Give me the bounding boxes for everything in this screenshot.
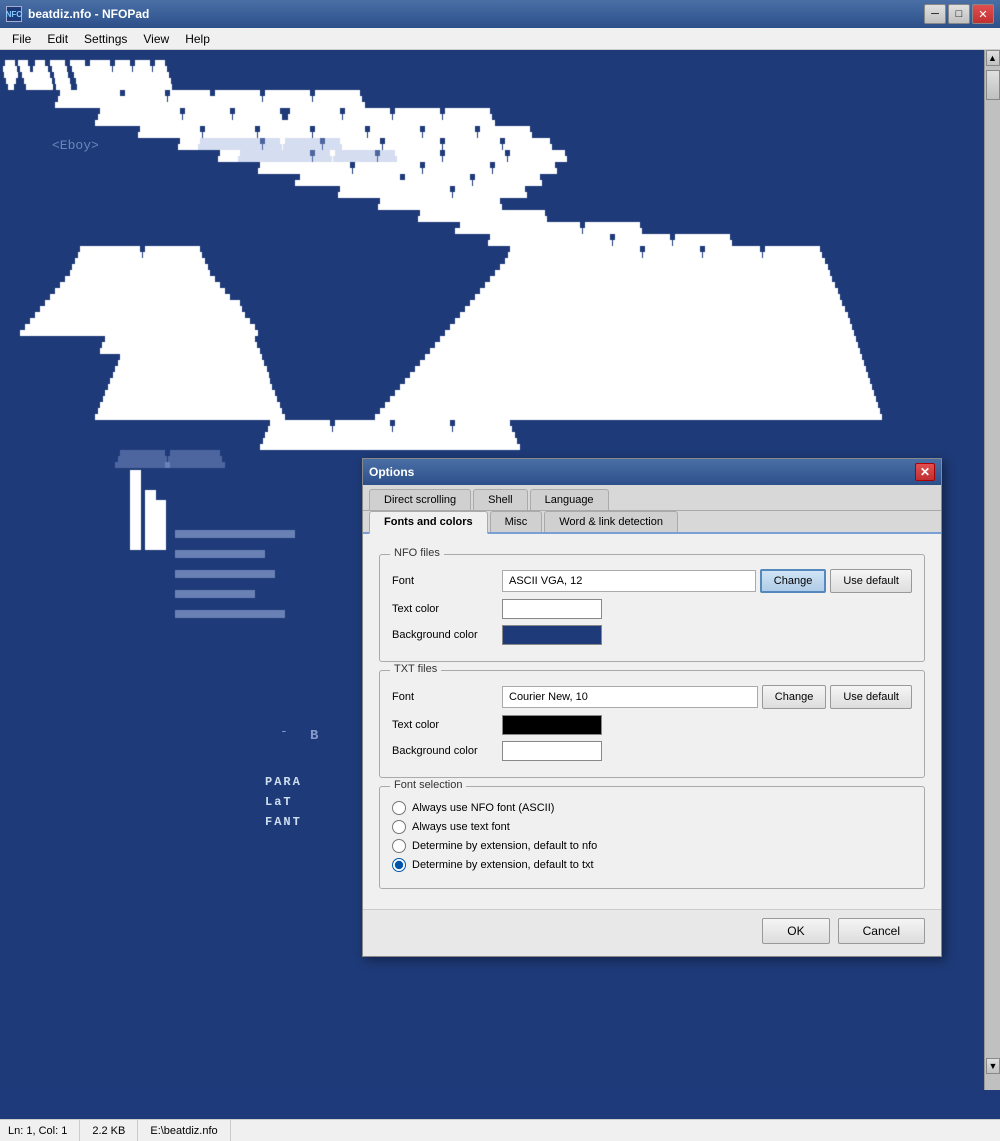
scrollbar[interactable]: ▲ ▼: [984, 50, 1000, 1090]
txt-bg-color-swatch[interactable]: [502, 741, 602, 761]
txt-bg-color-row: Background color: [392, 741, 912, 761]
txt-font-row: Font Change Use default: [392, 685, 912, 709]
radio-text-font-label: Always use text font: [412, 821, 510, 833]
maximize-button[interactable]: □: [948, 4, 970, 24]
radio-nfo-font[interactable]: [392, 801, 406, 815]
dialog-close-button[interactable]: ✕: [915, 463, 935, 481]
nfo-viewer[interactable]: <Eboy> - B PARA LaT FANT ▲ ▼ Options ✕ D…: [0, 50, 1000, 1129]
font-selection-group: Font selection Always use NFO font (ASCI…: [379, 786, 925, 889]
radio-row-0: Always use NFO font (ASCII): [392, 801, 912, 815]
txt-group-label: TXT files: [390, 663, 441, 675]
dialog-title-bar: Options ✕: [363, 459, 941, 485]
nfo-text-dash: -: [280, 724, 288, 739]
tabs-top-row: Direct scrolling Shell Language: [363, 485, 941, 511]
dialog-body: NFO files Font Change Use default Text c…: [363, 534, 941, 909]
tab-shell[interactable]: Shell: [473, 489, 527, 510]
nfo-files-group: NFO files Font Change Use default Text c…: [379, 554, 925, 662]
tab-language[interactable]: Language: [530, 489, 609, 510]
dialog-footer: OK Cancel: [363, 909, 941, 956]
menu-settings[interactable]: Settings: [76, 30, 135, 48]
radio-ext-nfo[interactable]: [392, 839, 406, 853]
nfo-text-eboy: <Eboy>: [52, 138, 99, 153]
txt-files-group: TXT files Font Change Use default Text c…: [379, 670, 925, 778]
dialog-title: Options: [369, 465, 915, 479]
nfo-text-color-row: Text color: [392, 599, 912, 619]
tab-word-link[interactable]: Word & link detection: [544, 511, 678, 532]
radio-text-font[interactable]: [392, 820, 406, 834]
radio-ext-txt[interactable]: [392, 858, 406, 872]
nfo-bg-color-swatch[interactable]: [502, 625, 602, 645]
menu-file[interactable]: File: [4, 30, 39, 48]
minimize-button[interactable]: ─: [924, 4, 946, 24]
tab-misc[interactable]: Misc: [490, 511, 543, 532]
nfo-bg-color-label: Background color: [392, 629, 502, 641]
radio-ext-nfo-label: Determine by extension, default to nfo: [412, 840, 597, 852]
nfo-group-label: NFO files: [390, 547, 444, 559]
status-filepath: E:\beatdiz.nfo: [138, 1120, 230, 1141]
txt-font-input[interactable]: [502, 686, 758, 708]
nfo-font-row: Font Change Use default: [392, 569, 912, 593]
radio-row-3: Determine by extension, default to txt: [392, 858, 912, 872]
txt-bg-color-label: Background color: [392, 745, 502, 757]
radio-row-1: Always use text font: [392, 820, 912, 834]
ok-button[interactable]: OK: [762, 918, 829, 944]
status-size: 2.2 KB: [80, 1120, 138, 1141]
options-dialog: Options ✕ Direct scrolling Shell Languag…: [362, 458, 942, 957]
close-button[interactable]: ✕: [972, 4, 994, 24]
nfo-text-color-swatch[interactable]: [502, 599, 602, 619]
title-bar: NFO beatdiz.nfo - NFOPad ─ □ ✕: [0, 0, 1000, 28]
status-position: Ln: 1, Col: 1: [4, 1120, 80, 1141]
nfo-text-color-label: Text color: [392, 603, 502, 615]
tab-direct-scrolling[interactable]: Direct scrolling: [369, 489, 471, 510]
tab-fonts-colors[interactable]: Fonts and colors: [369, 511, 488, 534]
nfo-change-button[interactable]: Change: [760, 569, 827, 593]
menu-view[interactable]: View: [135, 30, 177, 48]
tabs-bottom-row: Fonts and colors Misc Word & link detect…: [363, 511, 941, 534]
nfo-font-label: Font: [392, 575, 502, 587]
txt-text-color-swatch[interactable]: [502, 715, 602, 735]
radio-row-2: Determine by extension, default to nfo: [392, 839, 912, 853]
radio-nfo-font-label: Always use NFO font (ASCII): [412, 802, 554, 814]
nfo-font-input[interactable]: [502, 570, 756, 592]
nfo-bg-color-row: Background color: [392, 625, 912, 645]
txt-font-label: Font: [392, 691, 502, 703]
app-title: beatdiz.nfo - NFOPad: [28, 7, 924, 21]
font-selection-label: Font selection: [390, 779, 466, 791]
nfo-text-lat: LaT: [265, 795, 293, 809]
menu-bar: File Edit Settings View Help: [0, 28, 1000, 50]
nfo-text-b: B: [310, 728, 318, 744]
status-bar: Ln: 1, Col: 1 2.2 KB E:\beatdiz.nfo: [0, 1119, 1000, 1141]
cancel-button[interactable]: Cancel: [838, 918, 925, 944]
nfo-use-default-button[interactable]: Use default: [830, 569, 912, 593]
app-icon: NFO: [6, 6, 22, 22]
menu-edit[interactable]: Edit: [39, 30, 76, 48]
menu-help[interactable]: Help: [177, 30, 218, 48]
txt-text-color-row: Text color: [392, 715, 912, 735]
nfo-text-para: PARA: [265, 775, 302, 789]
window-controls: ─ □ ✕: [924, 4, 994, 24]
txt-change-button[interactable]: Change: [762, 685, 827, 709]
font-selection-radio-group: Always use NFO font (ASCII) Always use t…: [392, 801, 912, 872]
txt-use-default-button[interactable]: Use default: [830, 685, 912, 709]
radio-ext-txt-label: Determine by extension, default to txt: [412, 859, 594, 871]
txt-text-color-label: Text color: [392, 719, 502, 731]
app-window: NFO beatdiz.nfo - NFOPad ─ □ ✕ File Edit…: [0, 0, 1000, 1141]
nfo-text-fant: FANT: [265, 815, 302, 829]
